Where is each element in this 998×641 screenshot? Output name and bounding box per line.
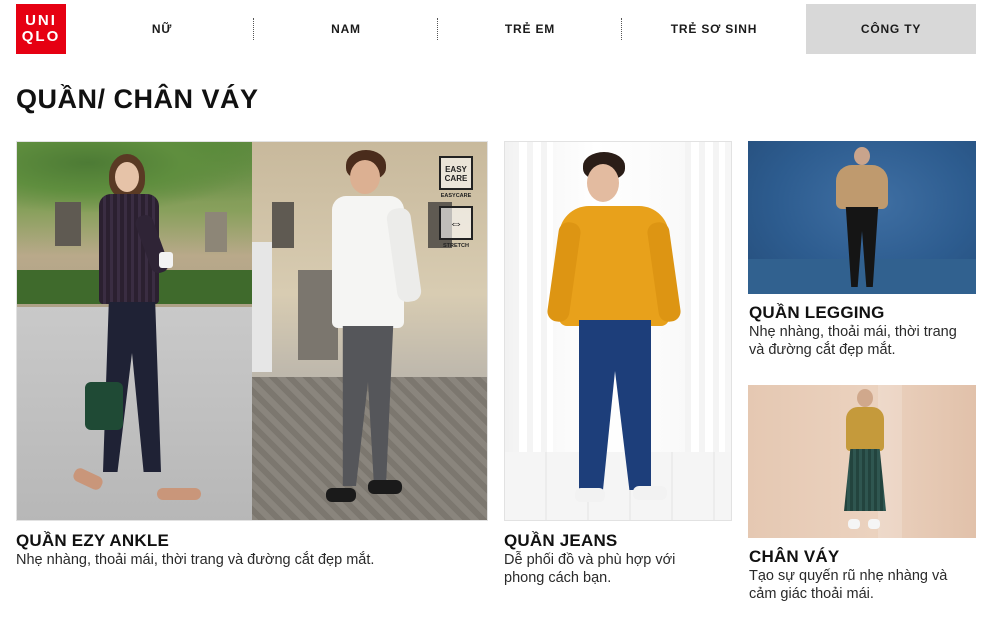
card-desc-line: và đường cắt đẹp mắt. — [749, 342, 896, 358]
uniqlo-logo[interactable]: UNI QLO — [16, 4, 66, 54]
card-title-ezy-ankle[interactable]: QUẦN EZY ANKLE — [16, 531, 169, 551]
card-desc-ezy-ankle: Nhẹ nhàng, thoải mái, thời trang và đườn… — [16, 552, 375, 568]
street-scene-left — [17, 142, 252, 520]
nav-item-company[interactable]: CÔNG TY — [806, 4, 976, 54]
skirt-image[interactable] — [748, 385, 976, 538]
page-title: QUẦN/ CHÂN VÁY — [16, 84, 259, 114]
building-window — [55, 202, 81, 246]
building-window — [272, 202, 294, 248]
woman-legging-model — [830, 147, 894, 293]
easy-care-text-1: EASY — [445, 165, 467, 174]
card-desc-legging: Nhẹ nhàng, thoải mái, thời trang và đườn… — [749, 323, 977, 359]
card-desc-skirt: Tạo sự quyến rũ nhẹ nhàng và cảm giác th… — [749, 567, 977, 603]
card-title-skirt[interactable]: CHÂN VÁY — [749, 547, 839, 567]
nav-item-label: NỮ — [151, 22, 173, 36]
nav-item-label: TRẺ EM — [504, 22, 556, 36]
woman-model — [71, 154, 201, 514]
nav-item-women[interactable]: NỮ — [70, 4, 254, 54]
man-model — [312, 150, 432, 520]
nav-item-kids[interactable]: TRẺ EM — [438, 4, 622, 54]
card-desc-line: Tạo sự quyến rũ nhẹ nhàng và — [749, 568, 948, 584]
card-desc-line: Dễ phối đồ và phù hợp với — [504, 552, 676, 568]
card-title-jeans[interactable]: QUẦN JEANS — [504, 531, 617, 551]
stretch-caption: STRETCH — [443, 243, 469, 249]
ezy-ankle-image[interactable]: EASY CARE EASYCARE ⇔ STRETCH — [16, 141, 488, 521]
nav-item-label: CÔNG TY — [860, 22, 922, 36]
nav-item-label: NAM — [331, 22, 361, 36]
man-jeans-model — [546, 152, 683, 517]
woman-skirt-model — [840, 389, 890, 535]
easy-care-text-2: CARE — [444, 174, 468, 183]
card-desc-line: phong cách bạn. — [504, 570, 612, 586]
easy-care-badge: EASY CARE — [439, 156, 473, 190]
curtain — [685, 142, 725, 452]
nav-item-label: TRẺ SƠ SINH — [670, 22, 758, 36]
curtain — [513, 142, 553, 452]
building-window — [205, 212, 227, 252]
jeans-image[interactable] — [504, 141, 732, 521]
easy-care-caption: EASYCARE — [440, 193, 472, 199]
nav-item-baby[interactable]: TRẺ SƠ SINH — [622, 4, 806, 54]
nav-item-men[interactable]: NAM — [254, 4, 438, 54]
card-desc-line: cảm giác thoải mái. — [749, 586, 874, 602]
card-desc-line: Nhẹ nhàng, thoải mái, thời trang — [749, 324, 957, 340]
stretch-icon: ⇔ — [439, 206, 473, 240]
main-nav: NỮ NAM TRẺ EM TRẺ SƠ SINH CÔNG TY — [70, 4, 976, 54]
logo-text-top: UNI — [25, 12, 57, 29]
legging-image[interactable] — [748, 141, 976, 294]
parked-van — [252, 242, 272, 372]
card-title-legging[interactable]: QUẦN LEGGING — [749, 303, 885, 323]
logo-text-bottom: QLO — [21, 28, 61, 45]
card-desc-jeans: Dễ phối đồ và phù hợp với phong cách bạn… — [504, 551, 732, 587]
